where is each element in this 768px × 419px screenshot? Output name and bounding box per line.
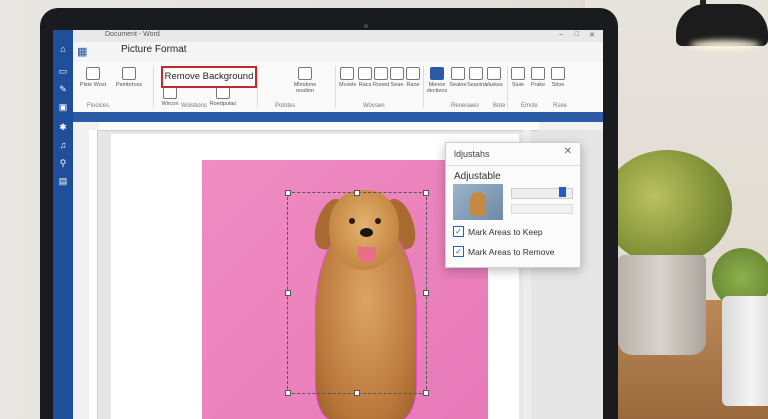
minimize-button[interactable]: –: [559, 31, 563, 38]
app-grid-icon[interactable]: ▦: [77, 45, 90, 58]
ribbon-button[interactable]: Mcekle: [339, 67, 356, 88]
checkbox-keep[interactable]: ✓: [453, 226, 464, 238]
close-icon[interactable]: ✕: [564, 146, 572, 157]
ribbon-divider: [153, 66, 154, 108]
resize-handle[interactable]: [354, 190, 360, 196]
size-icon: [551, 67, 565, 80]
resize-handle[interactable]: [354, 390, 360, 396]
plant-foliage: [602, 150, 732, 265]
plant-pot: [618, 255, 706, 355]
music-icon[interactable]: ♫: [58, 140, 68, 150]
image-icon[interactable]: ▤: [58, 176, 68, 186]
style-icon: [374, 67, 388, 80]
maximize-button[interactable]: □: [575, 31, 579, 38]
arrange-icon: [430, 67, 444, 80]
group-label: Wovsen: [363, 103, 385, 109]
group-label: Bote: [493, 103, 506, 109]
picture-icon: [86, 67, 100, 80]
ribbon-button[interactable]: Seae: [389, 67, 405, 88]
edit-icon[interactable]: ✎: [58, 84, 68, 94]
style-icon: [390, 67, 404, 80]
white-pot: [722, 296, 768, 406]
panel-divider: [446, 165, 580, 166]
ribbon-button[interactable]: Menoe dectieos: [425, 67, 449, 94]
webcam: [364, 24, 368, 28]
home-icon[interactable]: ⌂: [58, 44, 68, 54]
group-label: Reoeoaeo: [451, 103, 479, 109]
ribbon: Pleie Wost Pambrtoxs Wircon Roedpulao Ml…: [73, 62, 603, 113]
thumbnail-dog: [470, 192, 486, 216]
ribbon-button[interactable]: Prake: [529, 67, 547, 88]
resize-handle[interactable]: [285, 190, 291, 196]
resize-handle[interactable]: [285, 390, 291, 396]
selection-box[interactable]: [287, 192, 427, 394]
arrange-icon: [487, 67, 501, 80]
ribbon-divider: [335, 66, 336, 108]
size-icon: [531, 67, 545, 80]
panel-subtitle: Adjustable: [454, 171, 501, 182]
ribbon-button[interactable]: Rooed: [373, 67, 389, 88]
checkbox-remove[interactable]: ✓: [453, 246, 464, 258]
ribbon-button[interactable]: Pleie Wost: [79, 67, 107, 88]
ribbon-button[interactable]: Rane: [405, 67, 421, 88]
ribbon-button[interactable]: Seaoins: [467, 67, 487, 88]
ribbon-button[interactable]: Siuie: [509, 67, 527, 88]
ribbon-divider: [257, 66, 258, 108]
panel-title: ldjustahs: [454, 149, 490, 159]
vertical-ruler: [89, 130, 98, 419]
resize-handle[interactable]: [423, 190, 429, 196]
close-button[interactable]: ✕: [589, 31, 595, 39]
group-label: Pototes: [275, 103, 296, 109]
remove-background-button[interactable]: Remove Background: [161, 66, 257, 88]
picture-icon: [122, 67, 136, 80]
ribbon-tabs: ▦ Picture Format: [73, 42, 603, 62]
option-mark-keep[interactable]: ✓ Mark Areas to Keep: [453, 226, 543, 238]
secondary-bar: [511, 204, 573, 214]
window-title: Document - Word: [105, 31, 160, 38]
star-icon[interactable]: ✱: [58, 122, 68, 132]
style-icon: [406, 67, 420, 80]
status-strip: [73, 112, 603, 122]
ribbon-button[interactable]: Stioe: [549, 67, 567, 88]
resize-handle[interactable]: [285, 290, 291, 296]
app-rail: ⌂ ▭ ✎ ▣ ✱ ♫ ⚲ ▤: [53, 30, 73, 419]
group-label: Flocices: [87, 103, 110, 109]
window-icon: [298, 67, 312, 80]
style-icon: [340, 67, 354, 80]
ribbon-button[interactable]: Sealoe: [449, 67, 467, 88]
title-bar: Document - Word – □ ✕: [73, 30, 603, 42]
size-icon: [511, 67, 525, 80]
laptop-screen: ⌂ ▭ ✎ ▣ ✱ ♫ ⚲ ▤ Document - Word – □ ✕ ▦ …: [53, 30, 603, 419]
lamp-light: [690, 40, 760, 50]
ribbon-divider: [423, 66, 424, 108]
option-mark-remove[interactable]: ✓ Mark Areas to Remove: [453, 246, 554, 258]
slider-thumb[interactable]: [558, 187, 566, 197]
tab-picture-format[interactable]: Picture Format: [121, 44, 187, 55]
style-icon: [358, 67, 372, 80]
file-icon[interactable]: ▭: [58, 66, 68, 76]
group-label: Emcle: [521, 103, 538, 109]
horizontal-ruler: [99, 122, 539, 131]
layout-icon[interactable]: ▣: [58, 102, 68, 112]
resize-handle[interactable]: [423, 290, 429, 296]
ribbon-button[interactable]: Racs: [357, 67, 373, 88]
resize-handle[interactable]: [423, 390, 429, 396]
link-icon[interactable]: ⚲: [58, 158, 68, 168]
ribbon-button[interactable]: Pambrtoxs: [111, 67, 147, 88]
group-label: Rsee: [553, 103, 568, 109]
ribbon-divider: [507, 66, 508, 108]
arrange-icon: [469, 67, 483, 80]
group-label: Wolstions: [181, 103, 207, 109]
ribbon-button[interactable]: Roedpulao: [205, 86, 241, 107]
arrange-icon: [451, 67, 465, 80]
ribbon-button[interactable]: Mlmdone resdion: [285, 67, 325, 94]
ribbon-button[interactable]: Vaskes: [485, 67, 503, 88]
